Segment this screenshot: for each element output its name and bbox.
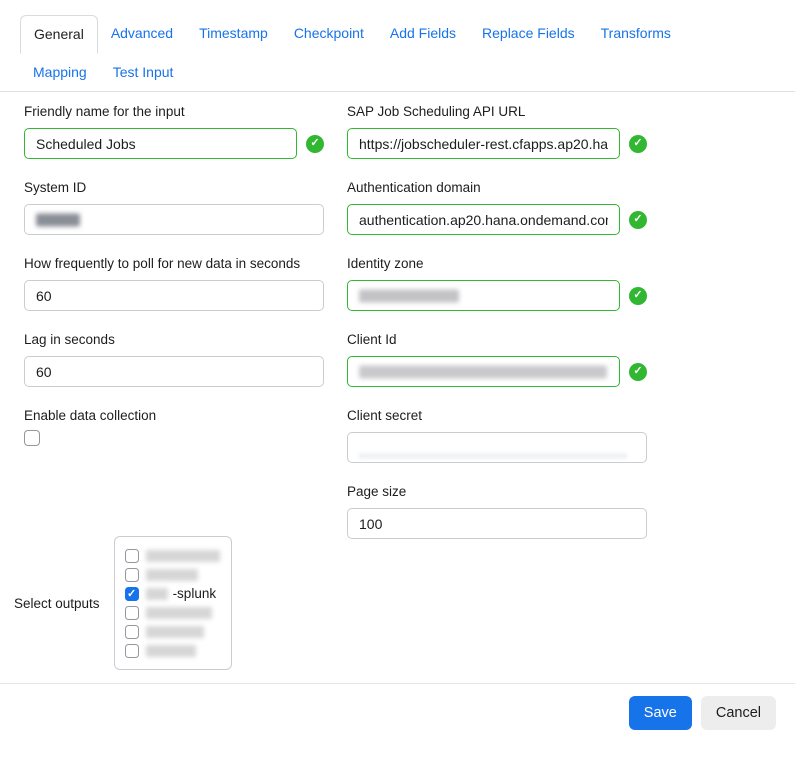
output-option bbox=[125, 641, 221, 660]
field-api-url: SAP Job Scheduling API URL ✓ bbox=[347, 104, 647, 159]
client-id-label: Client Id bbox=[347, 332, 647, 348]
output-option bbox=[125, 546, 221, 565]
system-id-label: System ID bbox=[24, 180, 324, 196]
select-outputs-row: Select outputs -splunk bbox=[14, 536, 324, 670]
system-id-input[interactable] bbox=[24, 204, 324, 235]
tab-general[interactable]: General bbox=[20, 15, 98, 54]
tab-checkpoint[interactable]: Checkpoint bbox=[281, 15, 377, 54]
field-auth-domain: Authentication domain ✓ bbox=[347, 180, 647, 235]
field-friendly-name: Friendly name for the input ✓ bbox=[24, 104, 324, 159]
output-option-visible-text: -splunk bbox=[173, 586, 217, 601]
poll-interval-input[interactable] bbox=[24, 280, 324, 311]
api-url-label: SAP Job Scheduling API URL bbox=[347, 104, 647, 120]
auth-domain-input[interactable] bbox=[347, 204, 620, 235]
select-outputs-label: Select outputs bbox=[14, 596, 100, 611]
client-id-input-row: ✓ bbox=[347, 356, 647, 387]
tabs-nav: General Advanced Timestamp Checkpoint Ad… bbox=[0, 0, 795, 92]
output-option-checkbox[interactable] bbox=[125, 625, 139, 639]
save-button[interactable]: Save bbox=[629, 696, 692, 730]
field-identity-zone: Identity zone ✓ bbox=[347, 256, 647, 311]
tab-advanced[interactable]: Advanced bbox=[98, 15, 186, 54]
select-outputs-listbox[interactable]: -splunk bbox=[114, 536, 232, 670]
valid-check-icon: ✓ bbox=[306, 135, 324, 153]
lag-seconds-input-row bbox=[24, 356, 324, 387]
auth-domain-input-row: ✓ bbox=[347, 204, 647, 235]
identity-zone-label: Identity zone bbox=[347, 256, 647, 272]
client-secret-input[interactable] bbox=[347, 432, 647, 463]
valid-check-icon: ✓ bbox=[629, 135, 647, 153]
form-footer: Save Cancel bbox=[0, 683, 795, 730]
field-system-id: System ID bbox=[24, 180, 324, 235]
redacted-option-label bbox=[146, 645, 196, 657]
lag-seconds-label: Lag in seconds bbox=[24, 332, 324, 348]
api-url-input[interactable] bbox=[347, 128, 620, 159]
output-option bbox=[125, 622, 221, 641]
identity-zone-input[interactable] bbox=[347, 280, 620, 311]
client-secret-input-row bbox=[347, 432, 647, 463]
form-column-left: Friendly name for the input ✓ System ID … bbox=[24, 104, 324, 670]
valid-check-icon: ✓ bbox=[629, 287, 647, 305]
tabs-row-1: General Advanced Timestamp Checkpoint Ad… bbox=[20, 15, 775, 54]
redacted-option-label bbox=[146, 550, 220, 562]
client-id-input[interactable] bbox=[347, 356, 620, 387]
output-option: -splunk bbox=[125, 584, 221, 603]
valid-check-icon: ✓ bbox=[629, 211, 647, 229]
page-size-input[interactable] bbox=[347, 508, 647, 539]
redacted-option-label bbox=[146, 626, 204, 638]
poll-interval-input-row bbox=[24, 280, 324, 311]
poll-interval-label: How frequently to poll for new data in s… bbox=[24, 256, 324, 272]
output-option bbox=[125, 565, 221, 584]
general-form: Friendly name for the input ✓ System ID … bbox=[0, 92, 795, 670]
enable-data-collection-label: Enable data collection bbox=[24, 408, 324, 424]
output-option-checkbox[interactable] bbox=[125, 568, 139, 582]
redacted-option-label bbox=[146, 607, 212, 619]
output-option-checkbox[interactable] bbox=[125, 549, 139, 563]
redacted-option-label bbox=[146, 588, 168, 600]
cancel-button[interactable]: Cancel bbox=[701, 696, 776, 730]
auth-domain-label: Authentication domain bbox=[347, 180, 647, 196]
field-client-id: Client Id ✓ bbox=[347, 332, 647, 387]
tab-timestamp[interactable]: Timestamp bbox=[186, 15, 281, 54]
tab-add-fields[interactable]: Add Fields bbox=[377, 15, 469, 54]
enable-data-collection-wrap bbox=[24, 430, 324, 446]
tab-test-input[interactable]: Test Input bbox=[100, 54, 187, 91]
redacted-option-label bbox=[146, 569, 198, 581]
field-lag-seconds: Lag in seconds bbox=[24, 332, 324, 387]
identity-zone-input-row: ✓ bbox=[347, 280, 647, 311]
field-poll-interval: How frequently to poll for new data in s… bbox=[24, 256, 324, 311]
output-option bbox=[125, 603, 221, 622]
field-client-secret: Client secret bbox=[347, 408, 647, 463]
system-id-input-row bbox=[24, 204, 324, 235]
tabs-row-2: Mapping Test Input bbox=[20, 54, 775, 91]
client-secret-label: Client secret bbox=[347, 408, 647, 424]
page-size-input-row bbox=[347, 508, 647, 539]
friendly-name-input[interactable] bbox=[24, 128, 297, 159]
output-option-checkbox[interactable] bbox=[125, 644, 139, 658]
api-url-input-row: ✓ bbox=[347, 128, 647, 159]
tab-mapping[interactable]: Mapping bbox=[20, 54, 100, 91]
form-column-right: SAP Job Scheduling API URL ✓ Authenticat… bbox=[347, 104, 647, 560]
friendly-name-label: Friendly name for the input bbox=[24, 104, 324, 120]
valid-check-icon: ✓ bbox=[629, 363, 647, 381]
output-option-checkbox[interactable] bbox=[125, 587, 139, 601]
enable-data-collection-checkbox[interactable] bbox=[24, 430, 40, 446]
tab-replace-fields[interactable]: Replace Fields bbox=[469, 15, 588, 54]
tab-transforms[interactable]: Transforms bbox=[588, 15, 684, 54]
friendly-name-input-row: ✓ bbox=[24, 128, 324, 159]
page-size-label: Page size bbox=[347, 484, 647, 500]
field-enable-data-collection: Enable data collection bbox=[24, 408, 324, 446]
output-option-checkbox[interactable] bbox=[125, 606, 139, 620]
field-page-size: Page size bbox=[347, 484, 647, 539]
lag-seconds-input[interactable] bbox=[24, 356, 324, 387]
